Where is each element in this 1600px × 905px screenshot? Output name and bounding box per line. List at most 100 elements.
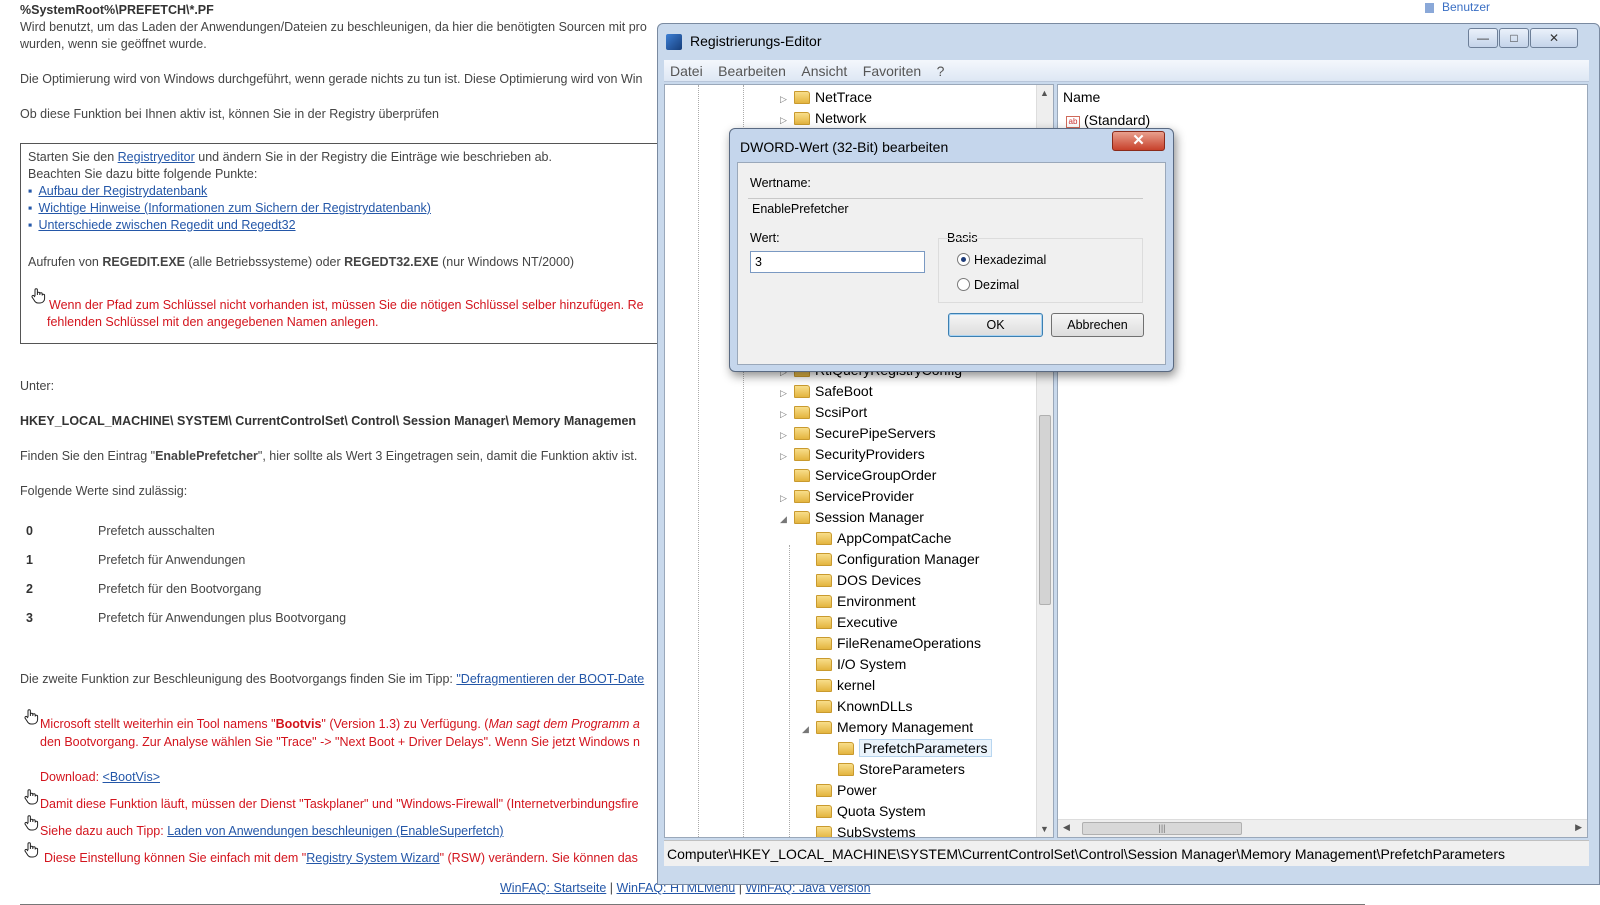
expand-icon[interactable]: ▷ bbox=[780, 488, 794, 509]
name-column-header[interactable]: Name bbox=[1063, 89, 1100, 105]
user-link[interactable]: Benutzer bbox=[1425, 0, 1490, 14]
folder-icon bbox=[794, 490, 810, 503]
bootvis-download-link[interactable]: <BootVis> bbox=[103, 770, 160, 784]
registry-structure-link[interactable]: Aufbau der Registrydatenbank bbox=[38, 184, 207, 198]
tree-node-kernel[interactable]: kernel bbox=[802, 675, 875, 696]
tree-node-environment[interactable]: Environment bbox=[802, 591, 916, 612]
menu-datei[interactable]: Datei bbox=[664, 60, 709, 80]
optimization-text: Die Optimierung wird von Windows durchge… bbox=[20, 72, 643, 86]
dialog-close-button[interactable]: ✕ bbox=[1112, 131, 1165, 151]
tree-node-serviceprovider[interactable]: ▷ ServiceProvider bbox=[780, 486, 914, 507]
tree-node-scsiport[interactable]: ▷ ScsiPort bbox=[780, 402, 867, 423]
hand-pointer-icon bbox=[24, 842, 39, 858]
dialog-body: Wertname: EnablePrefetcher Wert: 3 Basis… bbox=[737, 162, 1166, 365]
intro-text-line1: Wird benutzt, um das Laden der Anwendung… bbox=[20, 20, 647, 34]
folder-icon bbox=[794, 469, 810, 482]
expand-icon[interactable]: ▷ bbox=[780, 446, 794, 467]
decimal-option[interactable]: Dezimal bbox=[957, 278, 1019, 292]
tree-node-filerenameoperations[interactable]: FileRenameOperations bbox=[802, 633, 981, 654]
close-button[interactable]: ✕ bbox=[1530, 28, 1578, 48]
menu-favoriten[interactable]: Favoriten bbox=[857, 60, 927, 80]
list-item: Aufbau der Registrydatenbank bbox=[28, 183, 207, 200]
tree-node-prefetchparameters[interactable]: PrefetchParameters bbox=[824, 738, 992, 759]
expand-icon[interactable]: ▷ bbox=[780, 89, 794, 110]
folder-icon bbox=[816, 616, 832, 629]
decimal-radio[interactable] bbox=[957, 278, 970, 291]
collapse-icon[interactable]: ◢ bbox=[780, 509, 794, 530]
cancel-button[interactable]: Abbrechen bbox=[1051, 313, 1144, 337]
menu-bearbeiten[interactable]: Bearbeiten bbox=[712, 60, 792, 80]
tree-node-knowndlls[interactable]: KnownDLLs bbox=[802, 696, 913, 717]
minimize-button[interactable]: — bbox=[1468, 28, 1498, 48]
tree-node-network[interactable]: ▷ Network bbox=[780, 108, 866, 129]
backup-hints-link[interactable]: Wichtige Hinweise (Informationen zum Sic… bbox=[38, 201, 431, 215]
tree-node-safeboot[interactable]: ▷ SafeBoot bbox=[780, 381, 873, 402]
unter-label: Unter: bbox=[20, 379, 55, 393]
scrollbar-thumb[interactable]: ||| bbox=[1082, 822, 1242, 835]
tree-node-dos-devices[interactable]: DOS Devices bbox=[802, 570, 921, 591]
download-line: Download: <BootVis> bbox=[40, 770, 160, 784]
tree-node-storeparameters[interactable]: StoreParameters bbox=[824, 759, 965, 780]
bootvis-text-line2: den Bootvorgang. Zur Analyse wählen Sie … bbox=[40, 735, 640, 749]
tree-node-nettrace[interactable]: ▷ NetTrace bbox=[780, 87, 872, 108]
value-data-label: Wert: bbox=[750, 231, 780, 245]
scroll-left-icon[interactable]: ◀ bbox=[1063, 822, 1070, 833]
tree-node-io-system[interactable]: I/O System bbox=[802, 654, 906, 675]
footer-startseite-link[interactable]: WinFAQ: Startseite bbox=[500, 881, 606, 895]
menu-help[interactable]: ? bbox=[931, 60, 951, 80]
registry-path-text: HKEY_LOCAL_MACHINE\ SYSTEM\ CurrentContr… bbox=[20, 414, 637, 428]
regedit-app-icon bbox=[666, 34, 682, 50]
folder-icon bbox=[794, 385, 810, 398]
hexadecimal-radio[interactable] bbox=[957, 253, 970, 266]
folder-icon bbox=[816, 553, 832, 566]
scroll-right-icon[interactable]: ▶ bbox=[1575, 822, 1582, 833]
folder-icon bbox=[794, 448, 810, 461]
expand-icon[interactable]: ▷ bbox=[780, 383, 794, 404]
tree-node-appcompatcache[interactable]: AppCompatCache bbox=[802, 528, 951, 549]
value-row-1: 1 Prefetch für Anwendungen bbox=[26, 553, 246, 567]
tree-node-session-manager[interactable]: ◢ Session Manager bbox=[780, 507, 924, 528]
hand-pointer-icon bbox=[24, 709, 39, 725]
regedit-differences-link[interactable]: Unterschiede zwischen Regedit und Regedt… bbox=[38, 218, 295, 232]
scroll-up-icon[interactable]: ▲ bbox=[1040, 88, 1049, 98]
expand-icon[interactable]: ▷ bbox=[780, 404, 794, 425]
find-entry-text: Finden Sie den Eintrag "EnablePrefetcher… bbox=[20, 449, 638, 463]
defrag-boot-link[interactable]: "Defragmentieren der BOOT-Date bbox=[456, 672, 644, 686]
value-name-field[interactable]: EnablePrefetcher bbox=[748, 198, 1143, 220]
value-row-standard[interactable]: ab (Standard) bbox=[1066, 112, 1150, 128]
hexadecimal-option[interactable]: Hexadezimal bbox=[957, 253, 1046, 267]
tree-node-servicegrouporder[interactable]: ServiceGroupOrder bbox=[780, 465, 936, 486]
registryeditor-link[interactable]: Registryeditor bbox=[118, 150, 195, 164]
registry-system-wizard-link[interactable]: Registry System Wizard bbox=[306, 851, 439, 865]
tree-node-quota-system[interactable]: Quota System bbox=[802, 801, 926, 822]
intro-text-line2: wurden, wenn sie geöffnet wurde. bbox=[20, 37, 207, 51]
tree-node-securityproviders[interactable]: ▷ SecurityProviders bbox=[780, 444, 925, 465]
value-data-input[interactable]: 3 bbox=[750, 251, 925, 273]
enablesuperfetch-link[interactable]: Laden von Anwendungen beschleunigen (Ena… bbox=[167, 824, 503, 838]
window-title: Registrierungs-Editor bbox=[690, 33, 822, 49]
menu-ansicht[interactable]: Ansicht bbox=[795, 60, 853, 80]
tree-node-subsystems[interactable]: SubSystems bbox=[802, 822, 916, 837]
menu-bar: Datei Bearbeiten Ansicht Favoriten ? bbox=[664, 60, 1589, 82]
scroll-down-icon[interactable]: ▼ bbox=[1040, 824, 1049, 834]
tree-node-executive[interactable]: Executive bbox=[802, 612, 898, 633]
folder-icon bbox=[838, 763, 854, 776]
value-row-3: 3 Prefetch für Anwendungen plus Bootvorga… bbox=[26, 611, 347, 625]
tree-node-securepipeservers[interactable]: ▷ SecurePipeServers bbox=[780, 423, 936, 444]
ok-button[interactable]: OK bbox=[948, 313, 1043, 337]
maximize-button[interactable]: □ bbox=[1499, 28, 1529, 48]
folder-icon bbox=[794, 112, 810, 125]
tree-node-memory-management[interactable]: ◢ Memory Management bbox=[802, 717, 973, 738]
collapse-icon[interactable]: ◢ bbox=[802, 719, 816, 740]
hand-pointer-icon bbox=[31, 288, 46, 304]
tree-node-configuration-manager[interactable]: Configuration Manager bbox=[802, 549, 979, 570]
folder-icon bbox=[816, 805, 832, 818]
see-also-line: Siehe dazu auch Tipp: Laden von Anwendun… bbox=[40, 824, 504, 838]
window-titlebar[interactable]: Registrierungs-Editor — □ ✕ bbox=[658, 24, 1599, 58]
scrollbar-thumb[interactable] bbox=[1039, 415, 1051, 605]
expand-icon[interactable]: ▷ bbox=[780, 425, 794, 446]
list-item: Wichtige Hinweise (Informationen zum Sic… bbox=[28, 200, 431, 217]
tree-node-power[interactable]: Power bbox=[802, 780, 877, 801]
values-horizontal-scrollbar[interactable]: ◀ ||| ▶ bbox=[1058, 819, 1587, 837]
list-item: Unterschiede zwischen Regedit und Regedt… bbox=[28, 217, 295, 234]
